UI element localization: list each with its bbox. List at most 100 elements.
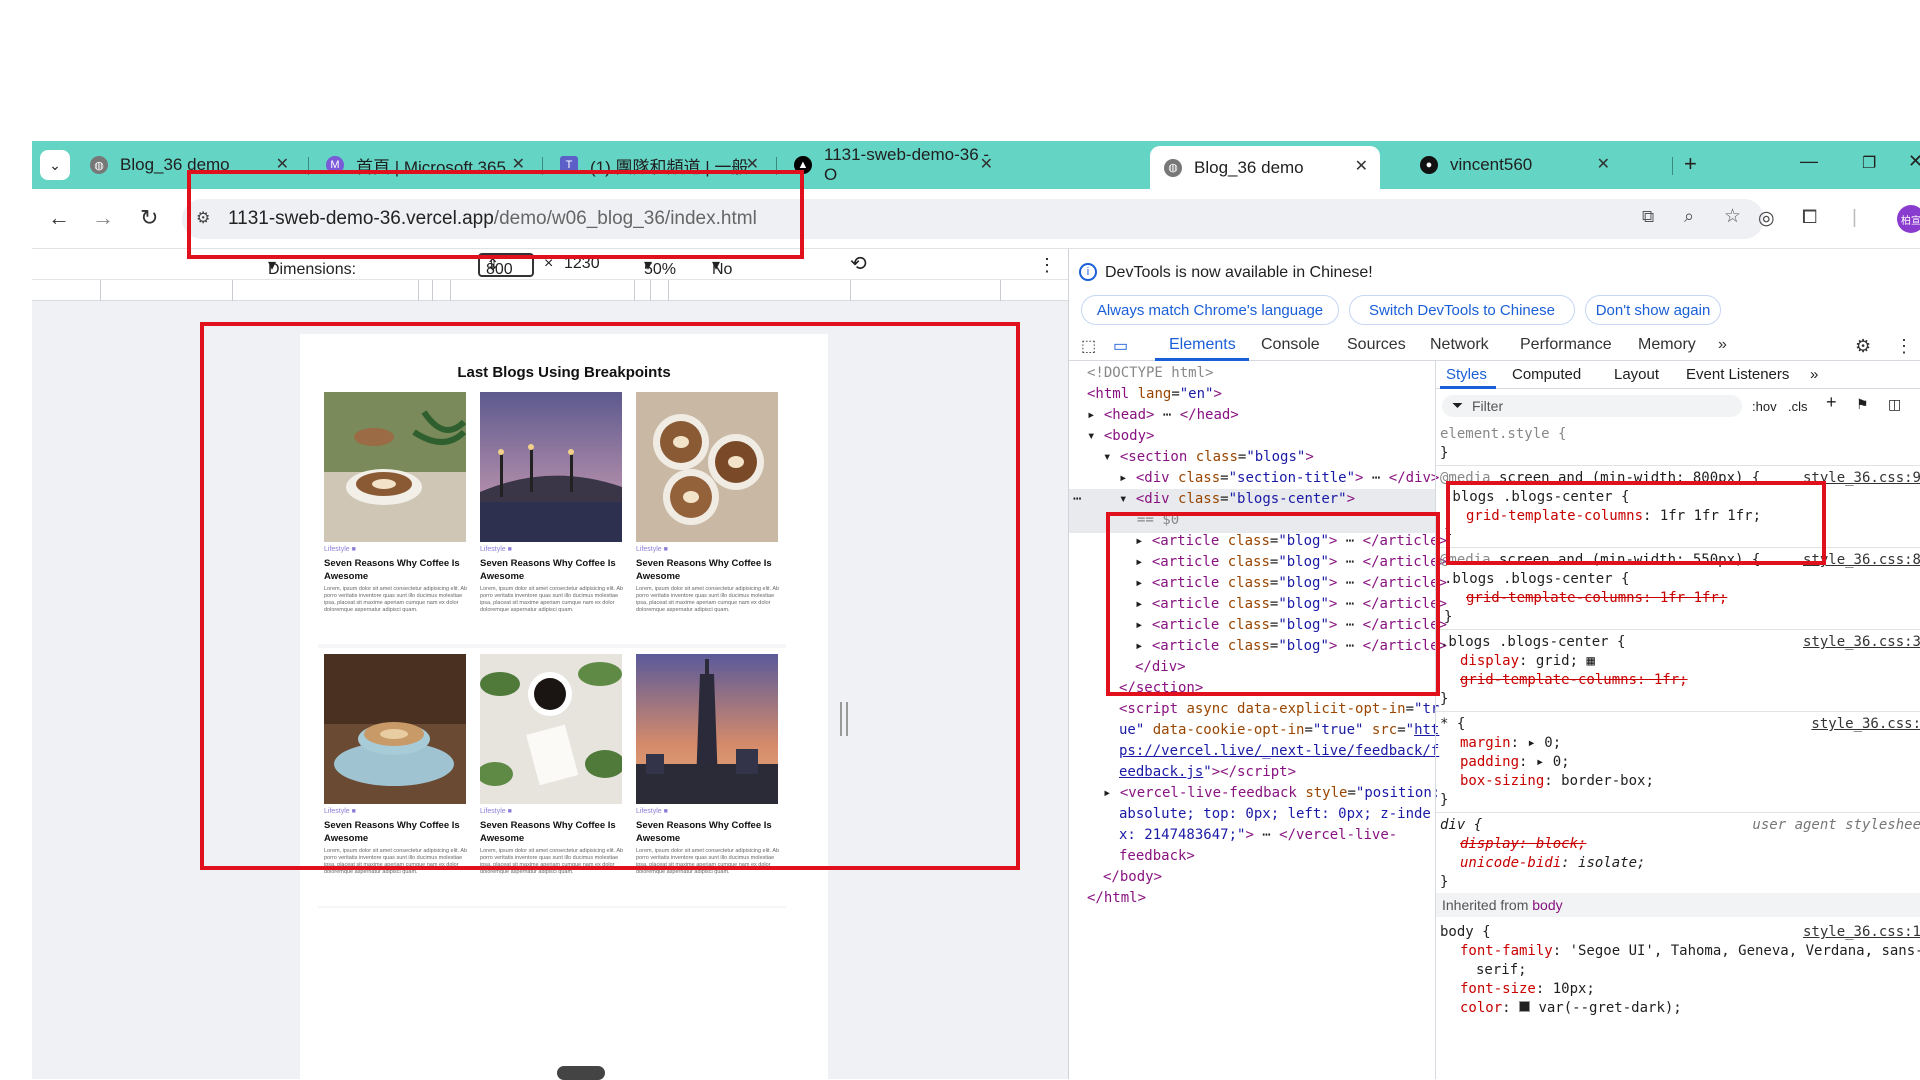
rule-declaration-overridden[interactable]: display: block; xyxy=(1460,835,1586,854)
paint-icon[interactable]: ⚑ xyxy=(1856,395,1869,414)
rule-declaration[interactable]: font-size: 10px; xyxy=(1460,980,1595,999)
more-tabs[interactable]: » xyxy=(1810,365,1818,384)
rule-declaration[interactable]: margin: ▸ 0; xyxy=(1460,734,1561,753)
rule-close: } xyxy=(1440,792,1449,808)
close-window-icon[interactable]: ✕ xyxy=(1908,151,1920,172)
tab-vercel[interactable]: ▲ 1131-sweb-demo-36 - O ✕ xyxy=(780,145,1005,184)
tree-vercel-feedback[interactable]: absolute; top: 0px; left: 0px; z-inde xyxy=(1119,804,1431,825)
close-icon[interactable]: ✕ xyxy=(980,154,993,174)
tree-vercel-feedback[interactable]: ▸ <vercel-live-feedback style="position: xyxy=(1103,783,1440,804)
tree-blogs-center[interactable]: ▾ <div class="blogs-center"> xyxy=(1119,489,1355,510)
info-icon: i xyxy=(1079,263,1097,281)
tab-layout[interactable]: Layout xyxy=(1614,365,1659,384)
tab-blog-demo-active[interactable]: ◍ Blog_36 demo ✕ xyxy=(1150,146,1380,189)
profile-avatar[interactable]: 柏宣 xyxy=(1897,205,1920,233)
rule-selector[interactable]: body { xyxy=(1440,923,1491,942)
rule-selector[interactable]: .blogs .blogs-center { xyxy=(1440,633,1625,652)
more-options-icon[interactable]: ⋮ xyxy=(1895,336,1913,357)
tab-github[interactable]: ● vincent560 ✕ xyxy=(1406,148,1706,182)
rule-element-style[interactable]: element.style { xyxy=(1440,425,1566,444)
tab-search-button[interactable]: ⌄ xyxy=(40,150,70,180)
source-link[interactable]: style_36.css:3 xyxy=(1803,633,1920,652)
tab-title: vincent560 xyxy=(1450,155,1533,174)
rule-declaration[interactable]: display: grid; ▦ xyxy=(1460,652,1595,671)
cls-button[interactable]: .cls xyxy=(1788,397,1808,416)
tree-vercel-feedback[interactable]: feedback> xyxy=(1119,846,1195,867)
translate-icon[interactable]: ⧉ xyxy=(1642,207,1654,227)
rotate-icon[interactable]: ⟲ xyxy=(850,251,867,276)
always-match-language-button[interactable]: Always match Chrome's language xyxy=(1081,295,1339,325)
rule-selector[interactable]: div { xyxy=(1440,816,1482,835)
rule-selector[interactable]: .blogs .blogs-center { xyxy=(1444,570,1629,589)
rule-selector[interactable]: * { xyxy=(1440,715,1465,734)
tree-script[interactable]: <script async data-explicit-opt-in="tr xyxy=(1119,699,1439,720)
divider: | xyxy=(1852,207,1857,228)
rule-close: } xyxy=(1440,874,1449,890)
more-tabs[interactable]: » xyxy=(1718,336,1727,354)
tab-memory[interactable]: Memory xyxy=(1638,336,1696,354)
tab-elements[interactable]: Elements xyxy=(1169,336,1236,354)
ellipsis-icon[interactable]: ⋯ xyxy=(1073,489,1081,510)
vercel-feedback-toolbar[interactable] xyxy=(557,1066,605,1080)
new-tab-icon[interactable]: + xyxy=(1684,151,1697,177)
more-options-icon[interactable]: ⋮ xyxy=(1038,255,1056,276)
tree-vercel-feedback[interactable]: x: 2147483647;"> ⋯ </vercel-live- xyxy=(1119,825,1397,846)
rule-declaration-overridden[interactable]: grid-template-columns: 1fr 1fr; xyxy=(1466,589,1727,608)
tab-title: Blog_36 demo xyxy=(1194,157,1304,177)
color-swatch[interactable] xyxy=(1519,1001,1531,1012)
rule-declaration[interactable]: padding: ▸ 0; xyxy=(1460,753,1570,772)
tree-script[interactable]: eedback.js"></script> xyxy=(1119,762,1296,783)
rule-close: } xyxy=(1440,691,1449,707)
forward-icon[interactable]: → xyxy=(92,205,114,231)
highlight-box-url xyxy=(187,170,804,259)
tree-body-close[interactable]: </body> xyxy=(1103,867,1162,888)
grid-editor-icon[interactable]: ▦ xyxy=(1586,653,1594,669)
rule-close: } xyxy=(1444,609,1453,625)
dont-show-again-button[interactable]: Don't show again xyxy=(1585,295,1721,325)
tab-sources[interactable]: Sources xyxy=(1347,336,1406,354)
rule-declaration[interactable]: font-family: 'Segoe UI', Tahoma, Geneva,… xyxy=(1460,942,1920,961)
reload-icon[interactable]: ↻ xyxy=(140,205,158,231)
sidebar-toggle-icon[interactable]: ◫ xyxy=(1888,395,1901,414)
banner-text: DevTools is now available in Chinese! xyxy=(1105,264,1373,281)
rule-declaration[interactable]: box-sizing: border-box; xyxy=(1460,772,1654,791)
tab-computed[interactable]: Computed xyxy=(1512,365,1581,384)
rule-declaration-overridden[interactable]: grid-template-columns: 1fr; xyxy=(1460,671,1688,690)
settings-icon[interactable]: ⚙ xyxy=(1855,336,1871,357)
tree-html[interactable]: <html lang="en"> xyxy=(1087,384,1222,405)
tab-event-listeners[interactable]: Event Listeners xyxy=(1686,365,1789,384)
new-rule-icon[interactable]: + xyxy=(1826,393,1837,412)
switch-to-chinese-button[interactable]: Switch DevTools to Chinese xyxy=(1349,295,1575,325)
zoom-icon[interactable]: ⌕ xyxy=(1684,206,1694,227)
source-link[interactable]: style_36.css:1 xyxy=(1803,923,1920,942)
close-icon[interactable]: ✕ xyxy=(1597,154,1610,174)
tree-script[interactable]: ue" data-cookie-opt-in="true" src="htt xyxy=(1119,720,1439,741)
tab-console[interactable]: Console xyxy=(1261,336,1320,354)
tree-section[interactable]: ▾ <section class="blogs"> xyxy=(1103,447,1314,468)
device-toggle-icon[interactable]: ▭ xyxy=(1113,336,1128,356)
tab-performance[interactable]: Performance xyxy=(1520,336,1612,354)
tree-script[interactable]: ps://vercel.live/_next-live/feedback/f xyxy=(1119,741,1439,762)
minimize-icon[interactable]: — xyxy=(1800,151,1818,172)
rule-declaration[interactable]: color: var(--gret-dark); xyxy=(1460,999,1682,1018)
tree-body[interactable]: ▾ <body> xyxy=(1087,426,1154,447)
tab-network[interactable]: Network xyxy=(1430,336,1489,354)
inspect-element-icon[interactable]: ⬚ xyxy=(1081,336,1096,356)
lens-icon[interactable]: ◎ xyxy=(1758,207,1775,230)
rule-declaration[interactable]: unicode-bidi: isolate; xyxy=(1460,854,1645,873)
back-icon[interactable]: ← xyxy=(48,205,70,231)
tree-html-close[interactable]: </html> xyxy=(1087,888,1146,909)
tree-head[interactable]: ▸ <head> ⋯ </head> xyxy=(1087,405,1239,426)
extensions-icon[interactable]: ⧠ xyxy=(1802,207,1817,229)
tree-doctype[interactable]: <!DOCTYPE html> xyxy=(1087,363,1213,384)
close-icon[interactable]: ✕ xyxy=(1355,156,1368,176)
restore-icon[interactable]: ❐ xyxy=(1862,153,1876,173)
source-link[interactable]: style_36.css: xyxy=(1811,715,1920,734)
inherited-from-header: Inherited from body xyxy=(1436,893,1920,917)
tree-section-title[interactable]: ▸ <div class="section-title"> ⋯ </div> xyxy=(1119,468,1439,489)
media-query-ruler[interactable] xyxy=(32,279,1068,301)
tab-styles[interactable]: Styles xyxy=(1446,365,1487,384)
highlight-box-page xyxy=(200,322,1020,870)
hov-button[interactable]: :hov xyxy=(1752,397,1777,416)
bookmark-star-icon[interactable]: ☆ xyxy=(1724,205,1741,228)
